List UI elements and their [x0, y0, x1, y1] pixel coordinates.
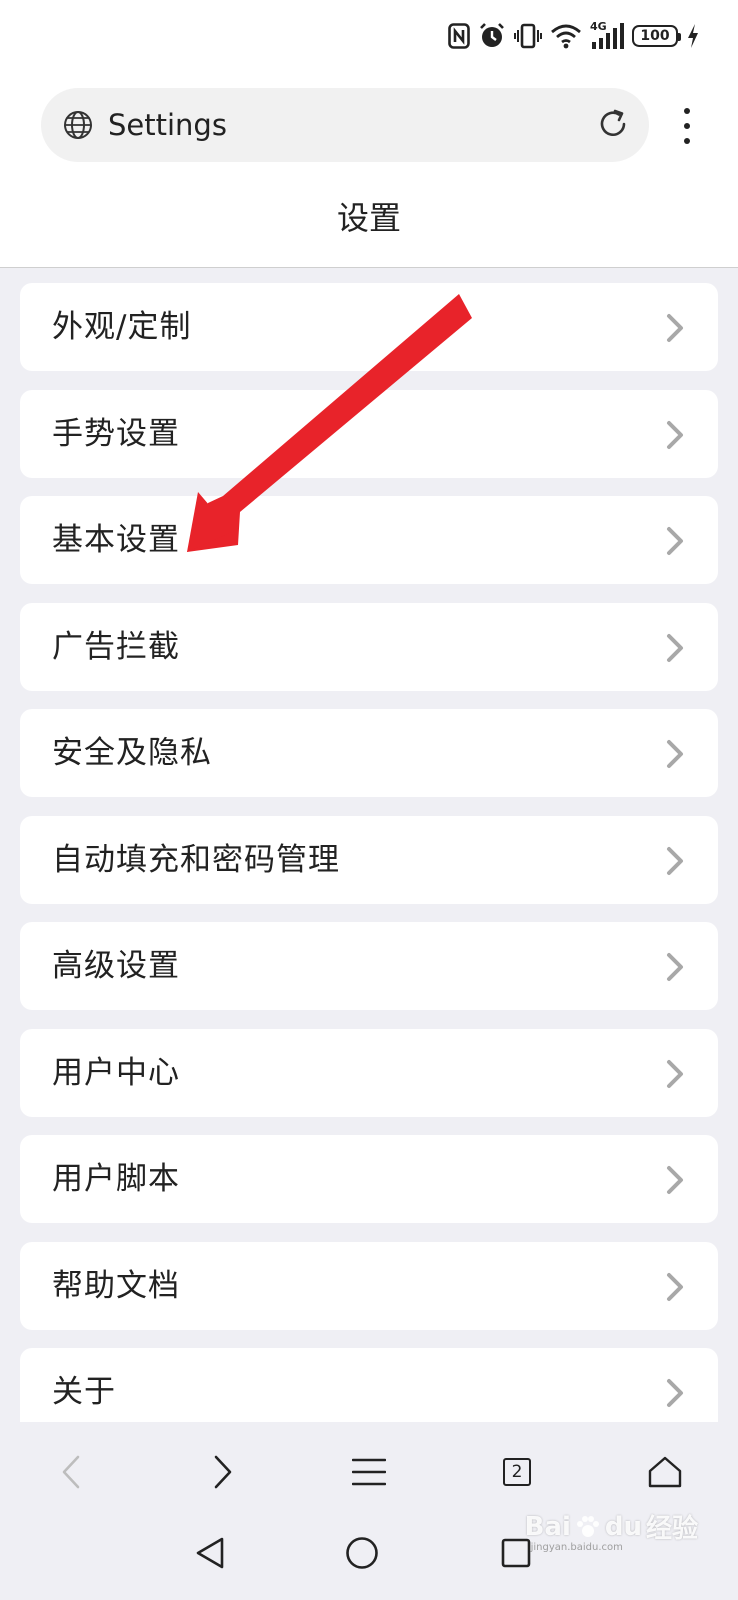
chevron-left-icon [62, 1455, 80, 1489]
settings-item-ad-block[interactable]: 广告拦截 [20, 603, 718, 691]
settings-item-user-scripts[interactable]: 用户脚本 [20, 1135, 718, 1223]
chevron-right-icon [667, 1060, 683, 1088]
settings-item-label: 外观/定制 [52, 309, 192, 345]
page-header: 设置 [0, 182, 738, 268]
page-title: 设置 [336, 199, 401, 237]
browser-address-row: Settings [0, 70, 738, 182]
wifi-icon [551, 24, 581, 49]
chevron-right-icon [667, 740, 683, 768]
charging-bolt-icon [688, 24, 698, 48]
chevron-right-icon [667, 847, 683, 875]
chevron-right-icon [667, 1273, 683, 1301]
chevron-right-icon [667, 314, 683, 342]
nfc-icon [448, 23, 470, 49]
menu-button[interactable] [341, 1444, 397, 1500]
settings-item-label: 安全及隐私 [52, 735, 212, 771]
tab-count: 2 [503, 1458, 531, 1486]
settings-item-autofill-passwords[interactable]: 自动填充和密码管理 [20, 816, 718, 904]
watermark-cn: 经验 [645, 1514, 698, 1544]
browser-bottom-toolbar: 2 [0, 1422, 738, 1522]
status-icons: 4G 100 [448, 20, 700, 52]
circle-home-icon [346, 1537, 378, 1569]
screen: 4G 100 Settings 设置 外观/定制 手势设置 基本设置 广告拦截 … [0, 0, 738, 1600]
chevron-right-icon [667, 421, 683, 449]
settings-item-gestures[interactable]: 手势设置 [20, 390, 718, 478]
settings-item-label: 自动填充和密码管理 [52, 842, 340, 878]
settings-item-label: 帮助文档 [52, 1268, 180, 1304]
chevron-right-icon [667, 1166, 683, 1194]
settings-item-about[interactable]: 关于 [20, 1348, 718, 1422]
watermark-url: jingyan.baidu.com [530, 1542, 623, 1553]
settings-item-help-docs[interactable]: 帮助文档 [20, 1242, 718, 1330]
cell-signal-icon [592, 23, 624, 49]
settings-item-label: 用户脚本 [52, 1161, 180, 1197]
alarm-icon [480, 23, 504, 47]
tabs-button[interactable]: 2 [489, 1444, 545, 1500]
settings-item-security-privacy[interactable]: 安全及隐私 [20, 709, 718, 797]
reload-icon[interactable] [595, 106, 631, 142]
more-vertical-icon[interactable] [672, 106, 702, 146]
settings-item-advanced[interactable]: 高级设置 [20, 922, 718, 1010]
settings-item-label: 关于 [52, 1374, 116, 1410]
battery-level: 100 [640, 28, 670, 44]
watermark-brand: Bai [524, 1511, 571, 1542]
chevron-right-icon [667, 953, 683, 981]
settings-item-user-center[interactable]: 用户中心 [20, 1029, 718, 1117]
globe-icon [64, 111, 92, 139]
watermark-brand-suffix: du [604, 1511, 642, 1542]
chevron-right-icon [667, 527, 683, 555]
hamburger-menu-icon [352, 1458, 386, 1486]
address-bar[interactable]: Settings [41, 88, 649, 162]
battery-indicator: 100 [632, 25, 681, 47]
system-back-button[interactable] [185, 1528, 235, 1578]
address-text: Settings [108, 108, 227, 142]
system-home-button[interactable] [337, 1528, 387, 1578]
forward-button[interactable] [195, 1444, 251, 1500]
triangle-back-icon [196, 1537, 224, 1569]
settings-item-label: 基本设置 [52, 522, 180, 558]
settings-list: 外观/定制 手势设置 基本设置 广告拦截 安全及隐私 自动填充和密码管理 高级设… [0, 268, 738, 1422]
settings-item-label: 广告拦截 [52, 629, 180, 665]
status-bar: 4G 100 [0, 0, 738, 70]
signal-group: 4G [590, 20, 624, 50]
baidu-watermark: Bai du 经验 jingyan.baidu.com [524, 1508, 698, 1554]
settings-item-label: 高级设置 [52, 948, 180, 984]
back-button[interactable] [43, 1444, 99, 1500]
settings-item-label: 用户中心 [52, 1055, 180, 1091]
home-button[interactable] [637, 1444, 693, 1500]
chevron-right-icon [214, 1455, 232, 1489]
settings-item-basic[interactable]: 基本设置 [20, 496, 718, 584]
vibrate-icon [514, 23, 542, 49]
home-icon [648, 1456, 682, 1488]
chevron-right-icon [667, 634, 683, 662]
settings-item-appearance[interactable]: 外观/定制 [20, 283, 718, 371]
paw-icon [576, 1515, 599, 1537]
chevron-right-icon [667, 1379, 683, 1407]
settings-item-label: 手势设置 [52, 416, 180, 452]
